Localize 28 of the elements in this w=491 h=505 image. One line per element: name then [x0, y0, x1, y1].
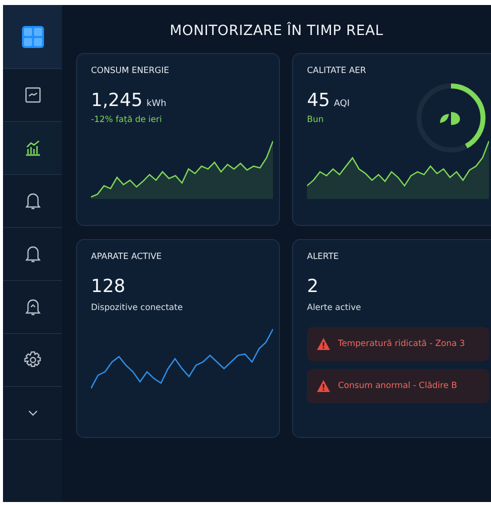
- metric-value: 45: [307, 90, 330, 111]
- picture-frame-icon: [24, 87, 40, 103]
- metric-unit: AQI: [334, 99, 350, 109]
- card-title: ALERTE: [307, 252, 340, 262]
- metric-value: 1,245: [91, 90, 143, 111]
- metric-note: -12% față de ieri: [91, 115, 162, 125]
- bar-chart-icon: [24, 140, 40, 156]
- metric-value: 128: [91, 276, 126, 297]
- warning-icon: [317, 380, 330, 392]
- metric-note: Dispozitive conectate: [91, 303, 183, 313]
- bell-icon: [24, 245, 40, 263]
- metric-unit: kWh: [146, 99, 166, 109]
- metric-note: Bun: [307, 115, 324, 125]
- alert-item[interactable]: Temperatură ridicată - Zona 3: [307, 327, 489, 361]
- card-title: CALITATE AER: [307, 66, 368, 76]
- settings-icon: [24, 351, 42, 369]
- bell-icon: [24, 298, 40, 316]
- chevron-down-icon: [28, 410, 38, 416]
- page-title: MONITORIZARE ÎN TIMP REAL: [168, 23, 384, 39]
- metric-value: 2: [307, 276, 318, 297]
- bell-icon: [24, 192, 40, 210]
- alert-item[interactable]: Consum anormal - Clădire B: [307, 369, 489, 403]
- leaf-icon: [440, 112, 460, 125]
- card-title: APARATE ACTIVE: [91, 252, 163, 262]
- warning-icon: [317, 338, 330, 350]
- grid-logo-icon: [22, 26, 44, 48]
- card-title: CONSUM ENERGIE: [91, 66, 170, 76]
- metric-note: Alerte active: [307, 303, 362, 313]
